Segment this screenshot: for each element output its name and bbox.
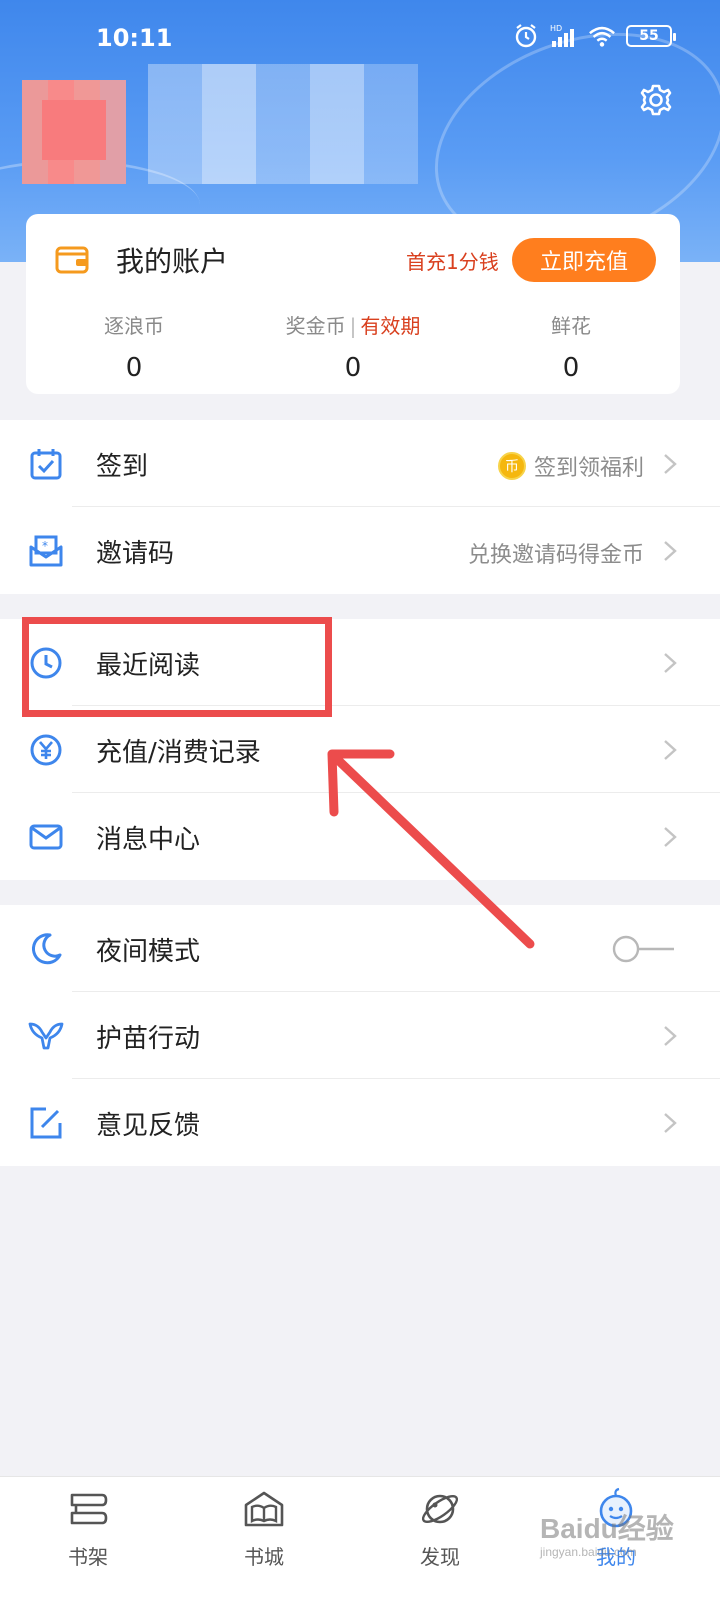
- watermark-logo: Baidu经验: [540, 1513, 674, 1544]
- stat-label: 鲜花: [551, 314, 591, 338]
- annotation-highlight-box: [22, 617, 332, 717]
- battery-icon: 55: [626, 25, 676, 47]
- menu-item-seedling-action[interactable]: 护苗行动: [0, 992, 720, 1079]
- menu-item-label: 夜间模式: [96, 937, 201, 967]
- menu-group-1: 签到 币 签到领福利 * 邀请码 兑换邀请码得金币: [0, 420, 720, 594]
- nav-label: 发现: [420, 1545, 460, 1569]
- first-charge-promo[interactable]: 首充1分钱: [406, 246, 499, 275]
- chevron-right-icon: [664, 653, 677, 673]
- network-type-label: HD: [550, 24, 562, 33]
- night-mode-toggle[interactable]: [612, 935, 676, 963]
- chevron-right-icon: [664, 541, 677, 561]
- moon-icon: [31, 933, 62, 965]
- nav-discover[interactable]: 发现: [380, 1487, 500, 1570]
- stat-value: 0: [125, 353, 143, 383]
- bottom-navigation: 书架 书城 发现 我的 Baidu经验 jingyan.baidu.com: [0, 1476, 720, 1600]
- chevron-right-icon: [664, 1026, 677, 1046]
- wallet-icon: [55, 246, 89, 274]
- menu-item-checkin[interactable]: 签到 币 签到领福利: [0, 420, 720, 507]
- stat-value: 0: [344, 353, 362, 383]
- checkin-hint-text: 签到领福利: [533, 456, 644, 481]
- stat-value: 0: [562, 353, 580, 383]
- planet-icon: [421, 1494, 459, 1524]
- bookstore-icon: [244, 1491, 284, 1527]
- menu-item-invite-code[interactable]: * 邀请码 兑换邀请码得金币: [0, 507, 720, 594]
- settings-button[interactable]: [634, 78, 678, 122]
- separator: |: [349, 314, 357, 338]
- status-time: 10:11: [96, 24, 173, 52]
- annotation-arrow-icon: [327, 749, 535, 949]
- alarm-icon: [512, 22, 540, 50]
- stat-bonus-coin[interactable]: 奖金币 | 有效期 0: [263, 310, 443, 383]
- watermark-url: jingyan.baidu.com: [540, 1545, 637, 1559]
- account-title: 我的账户: [116, 245, 229, 278]
- chevron-right-icon: [664, 454, 677, 474]
- nav-label: 书城: [244, 1545, 284, 1569]
- status-icons: HD 55: [512, 22, 676, 50]
- avatar[interactable]: [22, 80, 126, 184]
- stat-label-group: 奖金币 | 有效期: [263, 310, 443, 339]
- calendar-check-icon: [30, 449, 62, 480]
- nav-label: 书架: [68, 1545, 108, 1569]
- nav-bookstore[interactable]: 书城: [204, 1487, 324, 1570]
- invite-envelope-icon: *: [29, 535, 63, 567]
- validity-label[interactable]: 有效期: [360, 314, 420, 338]
- chevron-right-icon: [664, 740, 677, 760]
- edit-icon: [30, 1107, 62, 1139]
- menu-item-feedback[interactable]: 意见反馈: [0, 1079, 720, 1166]
- whale-tail-icon: [28, 1022, 64, 1050]
- yen-icon: [30, 734, 62, 766]
- stat-label: 奖金币: [285, 314, 346, 338]
- chevron-right-icon: [664, 827, 677, 847]
- signal-icon: HD: [550, 22, 578, 50]
- stat-flowers[interactable]: 鲜花 0: [481, 310, 661, 383]
- menu-item-label: 签到: [96, 452, 149, 482]
- menu-item-label: 充值/消费记录: [96, 738, 261, 768]
- menu-item-label: 护苗行动: [96, 1024, 201, 1054]
- menu-item-hint: 币 签到领福利: [497, 450, 644, 482]
- recharge-button[interactable]: 立即充值: [512, 238, 656, 282]
- wifi-icon: [588, 22, 616, 50]
- bookshelf-icon: [70, 1493, 108, 1525]
- stat-label: 逐浪币: [104, 314, 164, 338]
- nav-bookshelf[interactable]: 书架: [28, 1487, 148, 1570]
- menu-item-label: 邀请码: [96, 539, 175, 569]
- menu-item-label: 消息中心: [96, 825, 201, 855]
- stat-zhulang-coin[interactable]: 逐浪币 0: [44, 310, 224, 383]
- svg-text:*: *: [42, 539, 48, 553]
- account-card[interactable]: 我的账户 首充1分钱 立即充值 逐浪币 0 奖金币 | 有效期 0 鲜花 0: [26, 214, 680, 394]
- menu-item-hint: 兑换邀请码得金币: [467, 543, 644, 568]
- coin-icon: 币: [497, 452, 526, 480]
- gear-icon: [640, 84, 672, 116]
- chevron-right-icon: [664, 1113, 677, 1133]
- mail-icon: [29, 824, 63, 850]
- username-blurred[interactable]: [148, 64, 418, 184]
- menu-item-label: 意见反馈: [96, 1111, 201, 1141]
